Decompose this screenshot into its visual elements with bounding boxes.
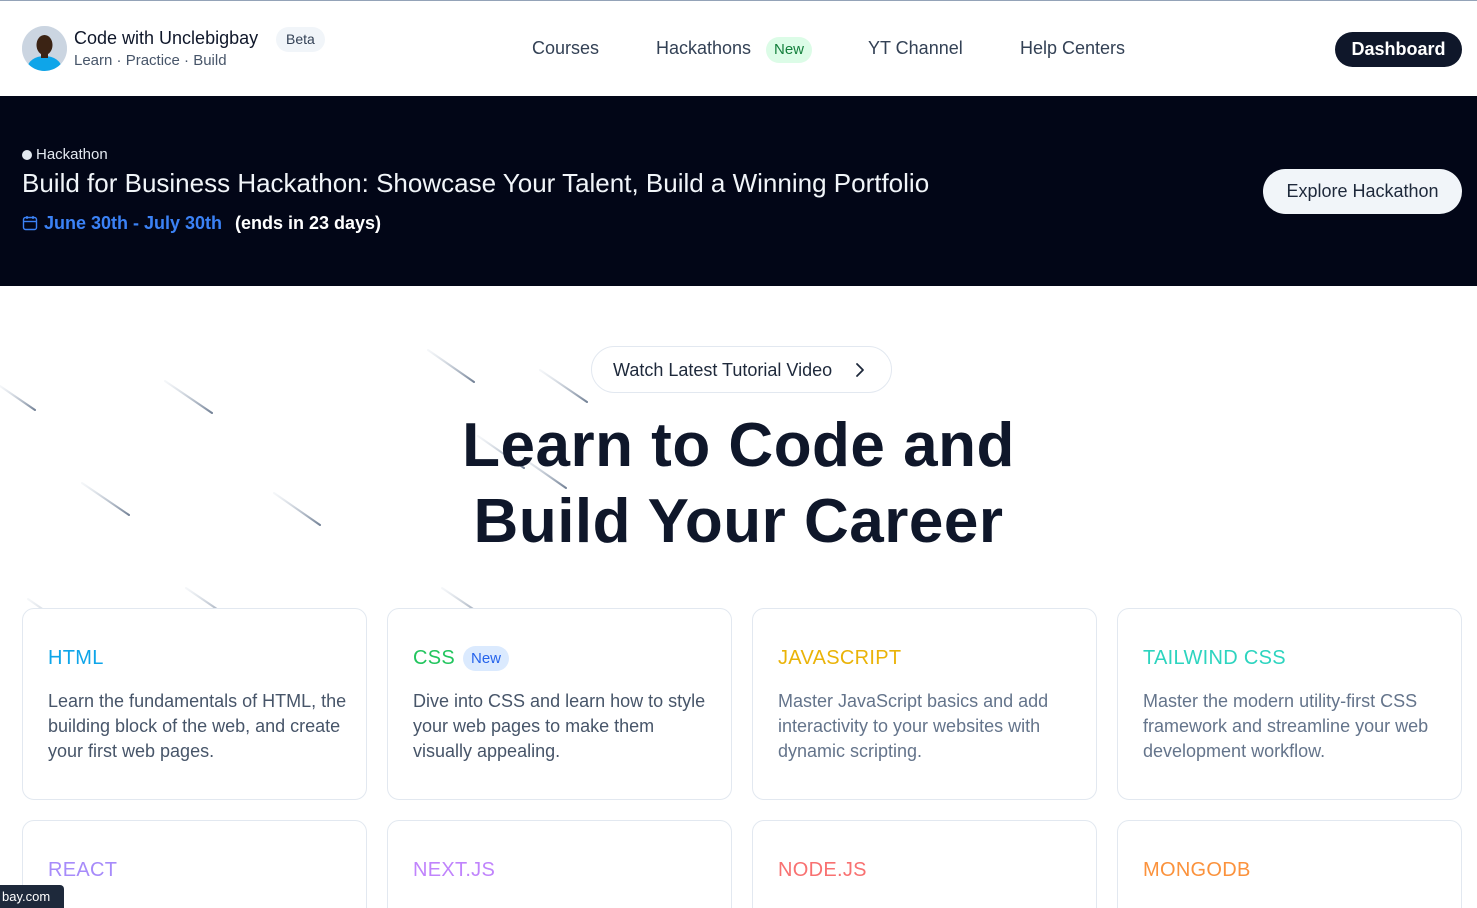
nav-courses[interactable]: Courses [532,38,599,59]
course-card-nextjs[interactable]: NEXT.JS [387,820,732,908]
status-bar-url: bay.com [0,885,64,908]
calendar-icon [22,216,38,231]
dashboard-button[interactable]: Dashboard [1335,32,1462,67]
explore-hackathon-button[interactable]: Explore Hackathon [1263,169,1462,214]
hero-title-line-1: Learn to Code and [462,411,1015,480]
avatar[interactable] [22,26,67,71]
nav-yt-channel[interactable]: YT Channel [868,38,963,59]
hackathons-new-badge: New [766,37,813,63]
course-description: Master the modern utility-first CSS fram… [1143,691,1429,761]
course-card-html[interactable]: HTML Learn the fundamentals of HTML, the… [22,608,367,800]
watch-latest-video-button[interactable]: Watch Latest Tutorial Video [591,346,892,393]
avatar-photo-icon [22,26,67,71]
banner-tag-dot [22,150,32,160]
course-new-badge: New [463,646,510,671]
chevron-right-icon [856,363,864,377]
course-description: Learn the fundamentals of HTML, the buil… [48,691,347,761]
course-description: Dive into CSS and learn how to style you… [413,691,706,761]
course-title: REACT [48,859,118,881]
beta-badge: Beta [276,27,325,52]
banner-tag: Hackathon [36,146,108,163]
course-title: HTML [48,647,104,669]
course-card-tailwind-css[interactable]: TAILWIND CSS Master the modern utility-f… [1117,608,1462,800]
course-card-javascript[interactable]: JAVASCRIPT Master JavaScript basics and … [752,608,1097,800]
watch-latest-video-label: Watch Latest Tutorial Video [613,360,833,380]
banner-dates: June 30th - July 30th [44,213,223,233]
hero-title-line-2: Build Your Career [473,487,1004,556]
course-card-nodejs[interactable]: NODE.JS [752,820,1097,908]
course-description: Master JavaScript basics and add interac… [778,691,1049,761]
brand-name[interactable]: Code with Unclebigbay [74,28,258,49]
nav-hackathons[interactable]: Hackathons [656,38,751,59]
course-card-mongodb[interactable]: MONGODB [1117,820,1462,908]
course-title: NEXT.JS [413,859,496,881]
course-title: NODE.JS [778,859,867,881]
brand-tagline: Learn · Practice · Build [74,52,227,69]
banner-title: Build for Business Hackathon: Showcase Y… [22,168,930,198]
banner-ends: (ends in 23 days) [235,213,382,233]
site-header: Code with Unclebigbay Beta Learn · Pract… [0,1,1477,96]
course-card-css[interactable]: CSS New Dive into CSS and learn how to s… [387,608,732,800]
course-title: MONGODB [1143,859,1251,881]
course-title: CSS [413,647,456,669]
course-title: JAVASCRIPT [778,647,902,669]
course-card-react[interactable]: REACT [22,820,367,908]
nav-help-centers[interactable]: Help Centers [1020,38,1125,59]
course-title: TAILWIND CSS [1143,647,1286,669]
